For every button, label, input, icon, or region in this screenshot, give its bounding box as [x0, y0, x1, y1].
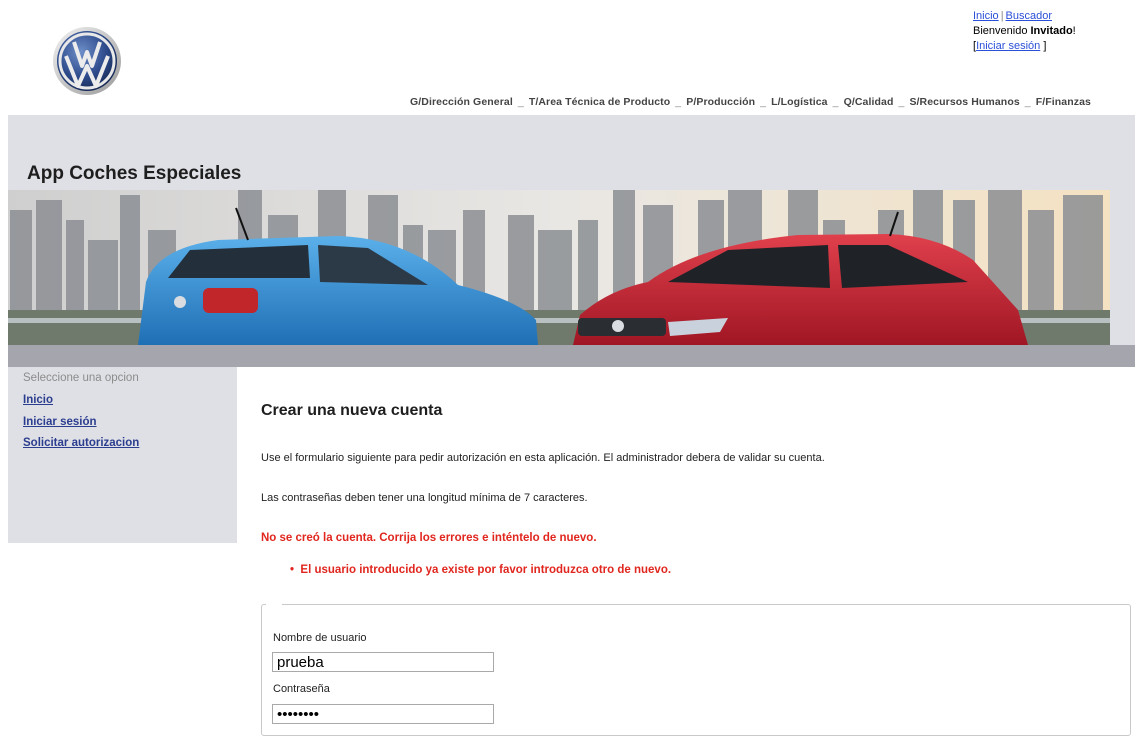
nav-recursos-humanos[interactable]: S/Recursos Humanos	[909, 96, 1019, 108]
vw-logo-icon[interactable]	[52, 22, 122, 100]
page-title: Crear una nueva cuenta	[261, 402, 443, 419]
header-login-link[interactable]: Iniciar sesión	[976, 40, 1040, 52]
header-user-box: Inicio | Buscador Bienvenido Invitado! [In…	[973, 9, 1076, 54]
error-summary: No se creó la cuenta. Corrija los errore…	[261, 532, 597, 544]
banner-bottom-strip	[8, 345, 1135, 367]
nav-direccion-general[interactable]: G/Dirección General	[410, 96, 513, 108]
banner-cars-image	[8, 190, 1110, 345]
nav-separator: _	[760, 96, 767, 108]
fieldset-legend	[266, 603, 282, 607]
password-label: Contraseña	[273, 683, 330, 695]
intro-text: Use el formulario siguiente para pedir a…	[261, 452, 825, 464]
welcome-user: Invitado	[1030, 25, 1073, 37]
nav-separator: _	[1024, 96, 1031, 108]
nav-produccion[interactable]: P/Producción	[686, 96, 755, 108]
bullet-icon: •	[290, 564, 301, 576]
username-input[interactable]	[272, 652, 494, 672]
welcome-suffix: !	[1072, 25, 1076, 37]
sidebar-heading: Seleccione una opcion	[23, 372, 139, 384]
sidebar-item-solicitar-autorizacion[interactable]: Solicitar autorizacion	[23, 437, 139, 449]
nav-separator: _	[898, 96, 905, 108]
nav-finanzas[interactable]: F/Finanzas	[1036, 96, 1091, 108]
header-home-link[interactable]: Inicio	[973, 10, 999, 22]
welcome-prefix: Bienvenido	[973, 25, 1031, 37]
sidebar-item-iniciar-sesion[interactable]: Iniciar sesión	[23, 416, 97, 428]
password-input[interactable]	[272, 704, 494, 724]
login-bracket-close: ]	[1040, 40, 1047, 52]
sidebar-item-inicio[interactable]: Inicio	[23, 394, 53, 406]
nav-separator: _	[517, 96, 524, 108]
error-item: • El usuario introducido ya existe por f…	[290, 564, 671, 576]
nav-logistica[interactable]: L/Logística	[771, 96, 828, 108]
top-navigation: G/Dirección General _ T/Area Técnica de Pr…	[410, 96, 1091, 108]
header-search-link[interactable]: Buscador	[1006, 10, 1052, 22]
nav-area-tecnica[interactable]: T/Area Técnica de Producto	[529, 96, 670, 108]
username-label: Nombre de usuario	[273, 632, 367, 644]
password-rule-text: Las contraseñas deben tener una longitud…	[261, 492, 588, 504]
app-title: App Coches Especiales	[27, 163, 242, 184]
error-message: El usuario introducido ya existe por fav…	[300, 564, 672, 576]
nav-separator: _	[832, 96, 839, 108]
nav-calidad[interactable]: Q/Calidad	[844, 96, 894, 108]
nav-separator: _	[675, 96, 682, 108]
header-link-separator: |	[1000, 10, 1004, 22]
sidebar: Seleccione una opcion Inicio Iniciar ses…	[8, 367, 237, 543]
